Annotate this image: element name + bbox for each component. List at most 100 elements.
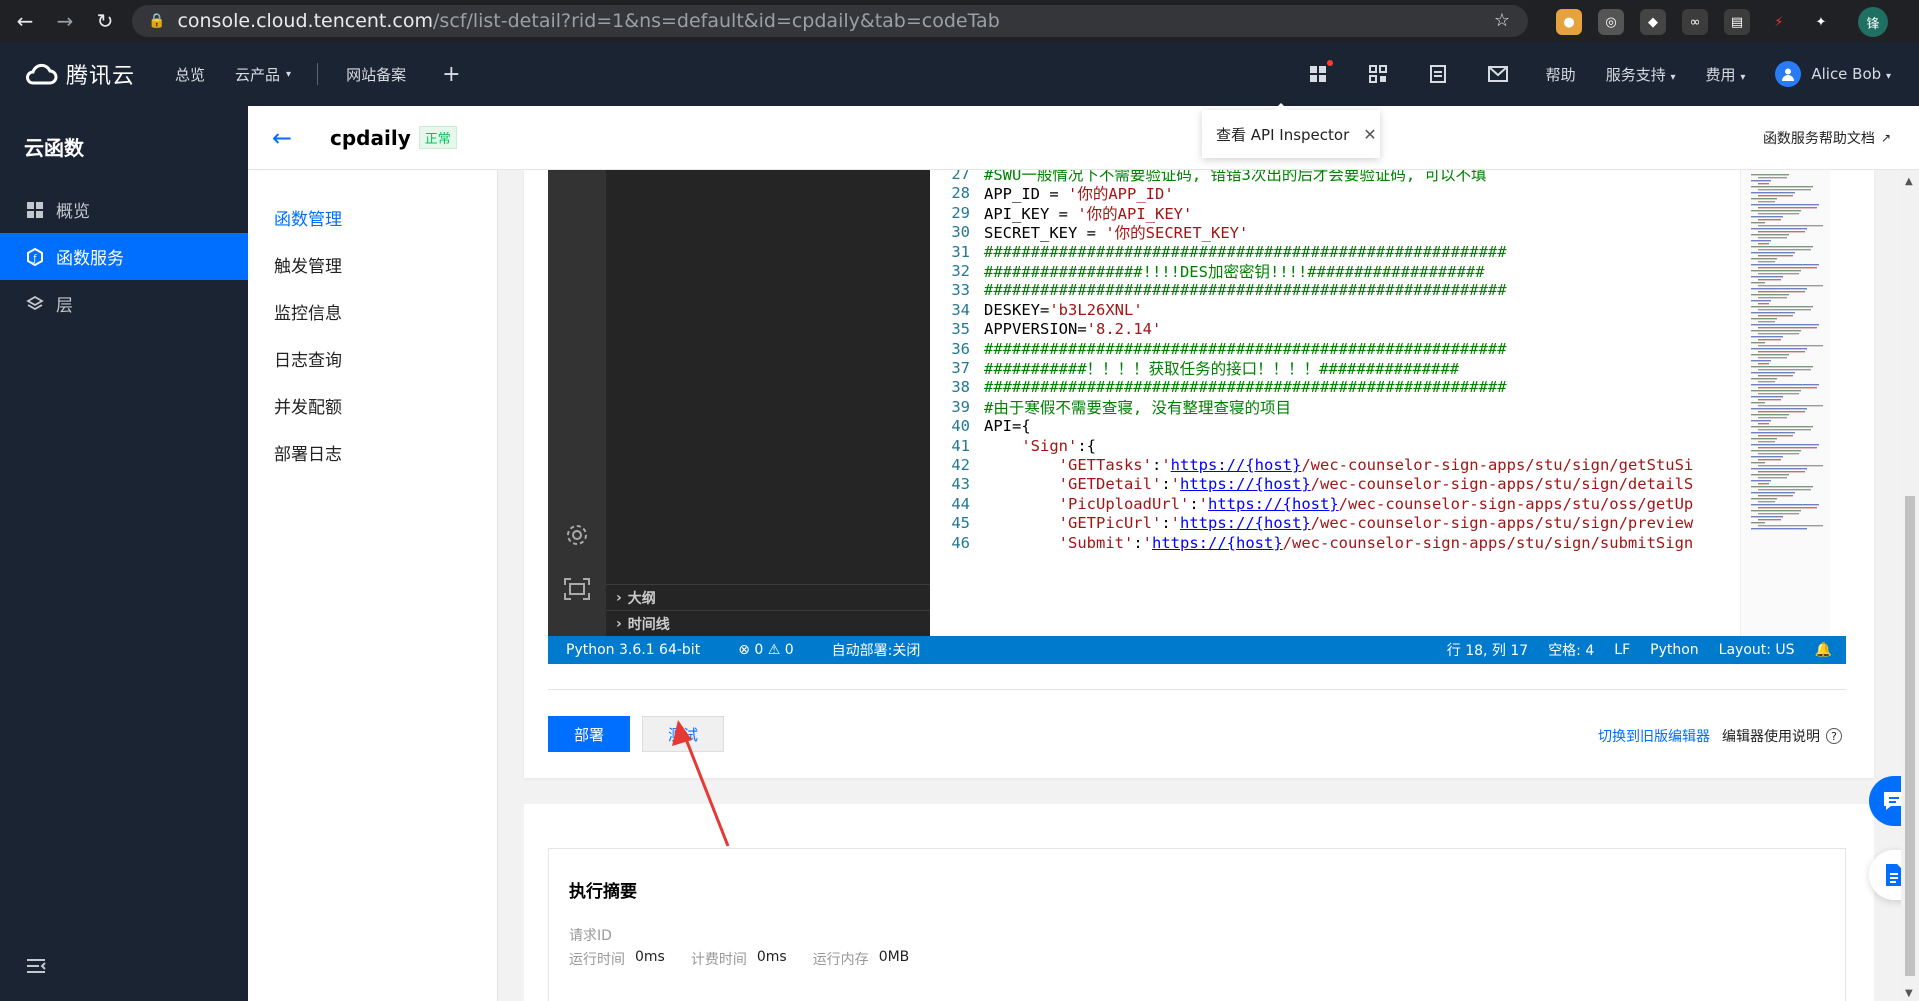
divider — [317, 63, 319, 85]
fullscreen-icon[interactable] — [564, 578, 590, 604]
close-icon[interactable]: ✕ — [1363, 125, 1376, 144]
document-icon[interactable] — [1426, 62, 1450, 86]
sidebar-item-label: 函数服务 — [56, 249, 124, 269]
user-name[interactable]: Alice Bob ▾ — [1811, 65, 1891, 83]
function-help-link[interactable]: 函数服务帮助文档 ↗ — [1763, 128, 1891, 148]
line-number: 39 — [951, 397, 970, 416]
keyboard-layout[interactable]: Layout: US — [1719, 642, 1795, 658]
sidebar-item-functions[interactable]: ƒ 函数服务 — [0, 233, 248, 280]
annotation-arrow — [672, 720, 730, 847]
submenu-item-monitoring[interactable]: 监控信息 — [248, 288, 497, 335]
cloud-logo-icon — [26, 63, 58, 85]
code-text: ########################################… — [984, 378, 1507, 397]
back-arrow-icon[interactable]: ← — [272, 124, 302, 152]
problems-count[interactable]: ⊗ 0 ⚠ 0 — [738, 642, 793, 658]
chevron-down-icon: ▾ — [286, 68, 292, 80]
metric-label: 运行时间 — [569, 952, 625, 968]
extension-icon[interactable]: ∞ — [1682, 9, 1708, 35]
chevron-right-icon: › — [616, 615, 622, 632]
code-text-area[interactable]: 27 #SWU一般情况下不需要验证码, 错错3次出的后才会要验证码, 可以不填 28… — [930, 170, 1846, 636]
line-number: 37 — [951, 359, 970, 377]
submenu-item-function-management[interactable]: 函数管理 — [248, 194, 497, 241]
code-text: DESKEY='b3L26XNL' — [984, 300, 1143, 319]
code-editor[interactable]: › 大纲 › 时间线 27 #SWU一般情况下不需要验证码, 错错3次出的后才会要验证… — [548, 170, 1846, 664]
submenu-item-logs[interactable]: 日志查询 — [248, 335, 497, 382]
api-inspector-tooltip[interactable]: 查看 API Inspector ✕ — [1202, 103, 1380, 158]
line-number: 29 — [951, 203, 970, 222]
python-interpreter[interactable]: Python 3.6.1 64-bit — [566, 642, 700, 658]
code-text: 'Sign':{ — [1021, 436, 1096, 455]
user-avatar-icon[interactable] — [1775, 61, 1802, 87]
line-number: 42 — [951, 456, 970, 474]
reload-icon[interactable]: ↻ — [90, 6, 120, 36]
line-number: 31 — [951, 242, 970, 261]
nav-support[interactable]: 服务支持 ▾ — [1606, 64, 1676, 85]
scroll-thumb[interactable] — [1905, 496, 1915, 976]
deploy-button[interactable]: 部署 — [548, 716, 630, 752]
code-line[interactable]: 46 'Submit':'https://{host}/wec-counselo… — [930, 531, 1846, 555]
line-number: 41 — [951, 436, 970, 455]
extension-icon[interactable]: ⚡ — [1766, 9, 1792, 35]
add-icon[interactable]: + — [442, 62, 460, 87]
cursor-position[interactable]: 行 18, 列 17 — [1447, 640, 1528, 660]
metric-label: 运行内存 — [812, 952, 869, 968]
line-ending[interactable]: LF — [1614, 642, 1630, 658]
bell-icon[interactable]: 🔔 — [1815, 642, 1832, 658]
lock-icon: 🔒 — [148, 13, 166, 29]
page-title: cpdaily — [330, 125, 411, 150]
brand-logo[interactable]: 腾讯云 — [24, 58, 135, 90]
collapse-menu-icon[interactable] — [26, 957, 46, 975]
settings-gear-icon[interactable] — [564, 522, 590, 552]
qr-scan-icon[interactable] — [1366, 62, 1390, 86]
editor-statusbar: Python 3.6.1 64-bit ⊗ 0 ⚠ 0 自动部署:关闭 行 18… — [548, 636, 1846, 664]
sidebar-item-layers[interactable]: 层 — [0, 280, 248, 327]
forward-icon[interactable]: → — [50, 6, 80, 36]
nav-overview[interactable]: 总览 — [175, 64, 205, 85]
submenu-item-triggers[interactable]: 触发管理 — [248, 241, 497, 288]
extension-icon[interactable]: ◆ — [1640, 9, 1666, 35]
editor-help-link[interactable]: 编辑器使用说明? — [1722, 726, 1842, 746]
auto-deploy-status[interactable]: 自动部署:关闭 — [832, 640, 921, 660]
extension-icon[interactable]: ▤ — [1724, 9, 1750, 35]
notification-dot — [1326, 60, 1333, 66]
line-number: 46 — [951, 533, 970, 552]
nav-billing[interactable]: 费用 ▾ — [1706, 64, 1746, 85]
back-icon[interactable]: ← — [10, 6, 40, 36]
extension-icon[interactable]: ◎ — [1598, 9, 1624, 35]
nav-products[interactable]: 云产品 ▾ — [235, 64, 291, 85]
page-scrollbar[interactable]: ▲ ▼ — [1901, 170, 1919, 1001]
code-text: 'GETTasks':'https://{host}/wec-counselor… — [1058, 456, 1694, 474]
sidebar-item-overview[interactable]: 概览 — [0, 186, 248, 233]
switch-old-editor-link[interactable]: 切换到旧版编辑器 — [1598, 726, 1710, 746]
sidebar: 云函数 概览 ƒ 函数服务 层 — [0, 106, 248, 1001]
page-header: ← cpdaily 正常 函数服务帮助文档 ↗ — [248, 106, 1919, 170]
scroll-down-icon[interactable]: ▼ — [1905, 988, 1913, 999]
execution-title: 执行摘要 — [569, 882, 637, 902]
function-icon: ƒ — [26, 247, 44, 266]
main-content: › 大纲 › 时间线 27 #SWU一般情况下不需要验证码, 错错3次出的后才会要验证… — [498, 170, 1901, 1001]
scroll-up-icon[interactable]: ▲ — [1905, 176, 1913, 187]
address-bar[interactable]: 🔒 console.cloud.tencent.com/scf/list-det… — [132, 5, 1528, 37]
submenu-item-concurrency[interactable]: 并发配额 — [248, 382, 497, 429]
extension-icon[interactable]: ● — [1556, 9, 1582, 35]
nav-icp[interactable]: 网站备案 — [346, 64, 406, 85]
apps-grid-icon[interactable] — [1306, 60, 1333, 86]
chevron-down-icon: ▾ — [1670, 71, 1676, 83]
bookmark-star-icon[interactable]: ☆ — [1494, 10, 1510, 31]
puzzle-icon[interactable]: ✦ — [1808, 9, 1834, 35]
timeline-section[interactable]: › 时间线 — [606, 610, 930, 636]
language-mode[interactable]: Python — [1650, 642, 1699, 658]
chevron-down-icon: ▾ — [1740, 71, 1746, 83]
line-number: 45 — [951, 514, 970, 533]
divider — [548, 689, 1846, 690]
profile-avatar[interactable]: 锋 — [1858, 7, 1888, 37]
line-number: 32 — [951, 262, 970, 280]
submenu-item-deploy-logs[interactable]: 部署日志 — [248, 429, 497, 476]
execution-summary: 执行摘要 请求ID 运行时间 0ms 计费时间 0ms 运行内存 0MB — [548, 848, 1846, 1001]
sidebar-item-label: 层 — [56, 296, 73, 316]
nav-help[interactable]: 帮助 — [1546, 64, 1576, 85]
indentation[interactable]: 空格: 4 — [1548, 640, 1594, 660]
mail-icon[interactable] — [1486, 62, 1510, 86]
code-text: ########################################… — [984, 242, 1507, 261]
outline-section[interactable]: › 大纲 — [606, 584, 930, 610]
